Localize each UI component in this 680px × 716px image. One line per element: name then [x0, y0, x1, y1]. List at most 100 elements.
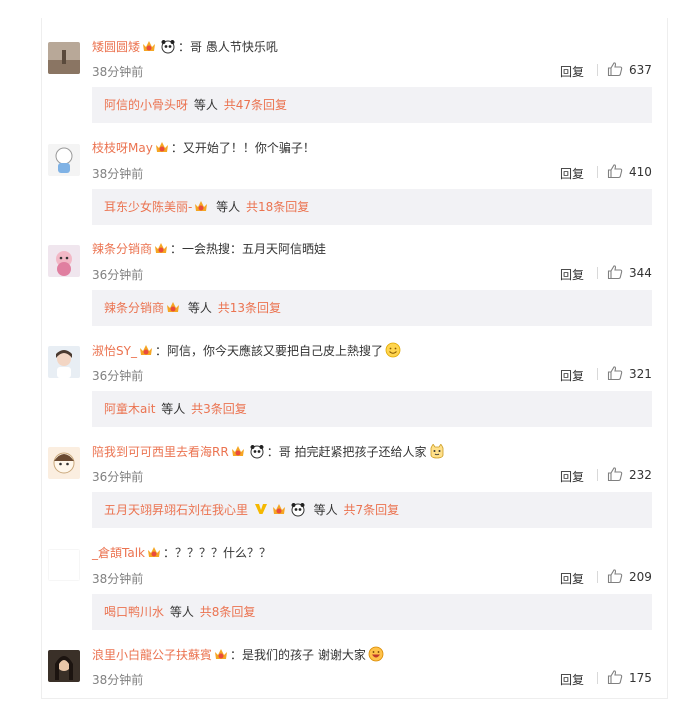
comment-text: 哥 愚人节快乐吼: [190, 40, 278, 54]
thumbs-up-icon[interactable]: [607, 568, 623, 584]
reply-etc-text: 等人: [313, 503, 338, 517]
reply-etc-text: 等人: [216, 200, 241, 214]
reply-button[interactable]: 回复: [560, 468, 584, 485]
reply-etc-text: 等人: [193, 98, 218, 112]
vip-crown-icon: [195, 201, 208, 211]
comment-text-line: 淑怡SY_ ：阿信，你今天應該又要把自己皮上熱搜了: [92, 342, 403, 359]
vip-crown-icon: [272, 504, 285, 514]
reply-button[interactable]: 回复: [560, 367, 584, 384]
reply-summary[interactable]: 阿童木ait 等人 共3条回复: [92, 391, 652, 427]
reply-button[interactable]: 回复: [560, 63, 584, 80]
username-link[interactable]: 辣条分销商: [92, 242, 152, 256]
avatar[interactable]: [48, 346, 80, 378]
divider: [597, 166, 598, 178]
vip-crown-icon: [231, 446, 244, 456]
reply-summary[interactable]: 耳东少女陈美丽- 等人 共18条回复: [92, 189, 652, 225]
reply-total-link[interactable]: 共47条回复: [224, 98, 287, 112]
timestamp: 38分钟前: [92, 572, 144, 586]
username-link[interactable]: 淑怡SY_: [92, 344, 137, 358]
vip-crown-icon: [167, 302, 180, 312]
comment-text: 哥 拍完赶紧把孩子还给人家: [278, 445, 427, 459]
reply-summary[interactable]: 阿信的小骨头呀 等人 共47条回复: [92, 87, 652, 123]
reply-user-link[interactable]: 阿信的小骨头呀: [104, 98, 188, 112]
reply-user-link[interactable]: 阿童木ait: [104, 402, 155, 416]
like-count[interactable]: 209: [629, 570, 652, 584]
comment-text: 又开始了！！你个骗子！: [182, 141, 315, 155]
timestamp: 36分钟前: [92, 470, 144, 484]
like-count[interactable]: 321: [629, 367, 652, 381]
thumbs-up-icon[interactable]: [607, 466, 623, 482]
avatar[interactable]: [48, 650, 80, 682]
reply-summary[interactable]: 辣条分销商 等人 共13条回复: [92, 290, 652, 326]
smile-emoji-icon: [385, 342, 401, 358]
divider: [597, 267, 598, 279]
timestamp: 38分钟前: [92, 673, 144, 687]
comment-text-line: 矮圆圆矮 ：哥 愚人节快乐吼: [92, 40, 278, 54]
comment-text-line: 浪里小白龍公子扶蘇賓 ：是我们的孩子 谢谢大家: [92, 646, 386, 663]
like-count[interactable]: 232: [629, 468, 652, 482]
comment-text-line: 枝枝呀May ：又开始了！！你个骗子！: [92, 141, 315, 155]
vip-crown-icon: [215, 649, 228, 659]
reply-etc-text: 等人: [187, 301, 212, 315]
timestamp: 36分钟前: [92, 369, 144, 383]
reply-button[interactable]: 回复: [560, 266, 584, 283]
reply-button[interactable]: 回复: [560, 671, 584, 688]
reply-button[interactable]: 回复: [560, 165, 584, 182]
comment-text: 是我们的孩子 谢谢大家: [242, 648, 366, 662]
like-count[interactable]: 410: [629, 165, 652, 179]
thumbs-up-icon[interactable]: [607, 163, 623, 179]
username-link[interactable]: _倉頡Talk: [92, 546, 145, 560]
divider: [597, 469, 598, 481]
username-link[interactable]: 陪我到可可西里去看海RR: [92, 445, 229, 459]
divider: [597, 672, 598, 684]
grin-emoji-icon: [368, 646, 384, 662]
reply-button[interactable]: 回复: [560, 570, 584, 587]
comment-text-line: _倉頡Talk ：？？？？什么？？: [92, 546, 272, 560]
v-verified-icon: [254, 504, 267, 514]
avatar[interactable]: [48, 245, 80, 277]
reply-total-link[interactable]: 共18条回复: [246, 200, 309, 214]
thumbs-up-icon[interactable]: [607, 365, 623, 381]
thumbs-up-icon[interactable]: [607, 61, 623, 77]
reply-user-link[interactable]: 五月天翊昇翊石刘在我心里: [104, 503, 248, 517]
avatar[interactable]: [48, 549, 80, 581]
reply-summary[interactable]: 喝口鸭川水 等人 共8条回复: [92, 594, 652, 630]
comment-text-line: 陪我到可可西里去看海RR ：哥 拍完赶紧把孩子还给人家: [92, 443, 447, 460]
timestamp: 36分钟前: [92, 268, 144, 282]
reply-user-link[interactable]: 辣条分销商: [104, 301, 164, 315]
reply-total-link[interactable]: 共7条回复: [344, 503, 400, 517]
comment-text-line: 辣条分销商 ：一会热搜：五月天阿信晒娃: [92, 242, 327, 256]
reply-user-link[interactable]: 耳东少女陈美丽-: [104, 200, 192, 214]
vip-crown-icon: [155, 243, 168, 253]
panda-icon: [161, 40, 175, 54]
like-count[interactable]: 637: [629, 63, 652, 77]
thumbs-up-icon[interactable]: [607, 264, 623, 280]
username-link[interactable]: 矮圆圆矮: [92, 40, 140, 54]
avatar[interactable]: [48, 144, 80, 176]
reply-etc-text: 等人: [161, 402, 186, 416]
divider: [597, 368, 598, 380]
cat-emoji-icon: [430, 443, 443, 459]
divider: [597, 571, 598, 583]
panda-icon: [250, 445, 264, 459]
avatar[interactable]: [48, 42, 80, 74]
reply-user-link[interactable]: 喝口鸭川水: [104, 605, 164, 619]
vip-crown-icon: [155, 142, 168, 152]
reply-total-link[interactable]: 共13条回复: [218, 301, 281, 315]
comment-text: ？？？？什么？？: [175, 546, 272, 560]
comment-list: 矮圆圆矮 ：哥 愚人节快乐吼 38分钟前 回复 637 阿信的小骨头呀 等人 共4…: [41, 18, 668, 699]
like-count[interactable]: 344: [629, 266, 652, 280]
reply-total-link[interactable]: 共8条回复: [200, 605, 256, 619]
username-link[interactable]: 浪里小白龍公子扶蘇賓: [92, 648, 212, 662]
reply-summary[interactable]: 五月天翊昇翊石刘在我心里 等人 共7条回复: [92, 492, 652, 528]
vip-crown-icon: [139, 345, 152, 355]
divider: [597, 64, 598, 76]
like-count[interactable]: 175: [629, 671, 652, 685]
reply-total-link[interactable]: 共3条回复: [191, 402, 247, 416]
panda-icon: [291, 503, 305, 517]
comment-text: 一会热搜：五月天阿信晒娃: [182, 242, 327, 256]
avatar[interactable]: [48, 447, 80, 479]
thumbs-up-icon[interactable]: [607, 669, 623, 685]
username-link[interactable]: 枝枝呀May: [92, 141, 153, 155]
reply-etc-text: 等人: [169, 605, 194, 619]
